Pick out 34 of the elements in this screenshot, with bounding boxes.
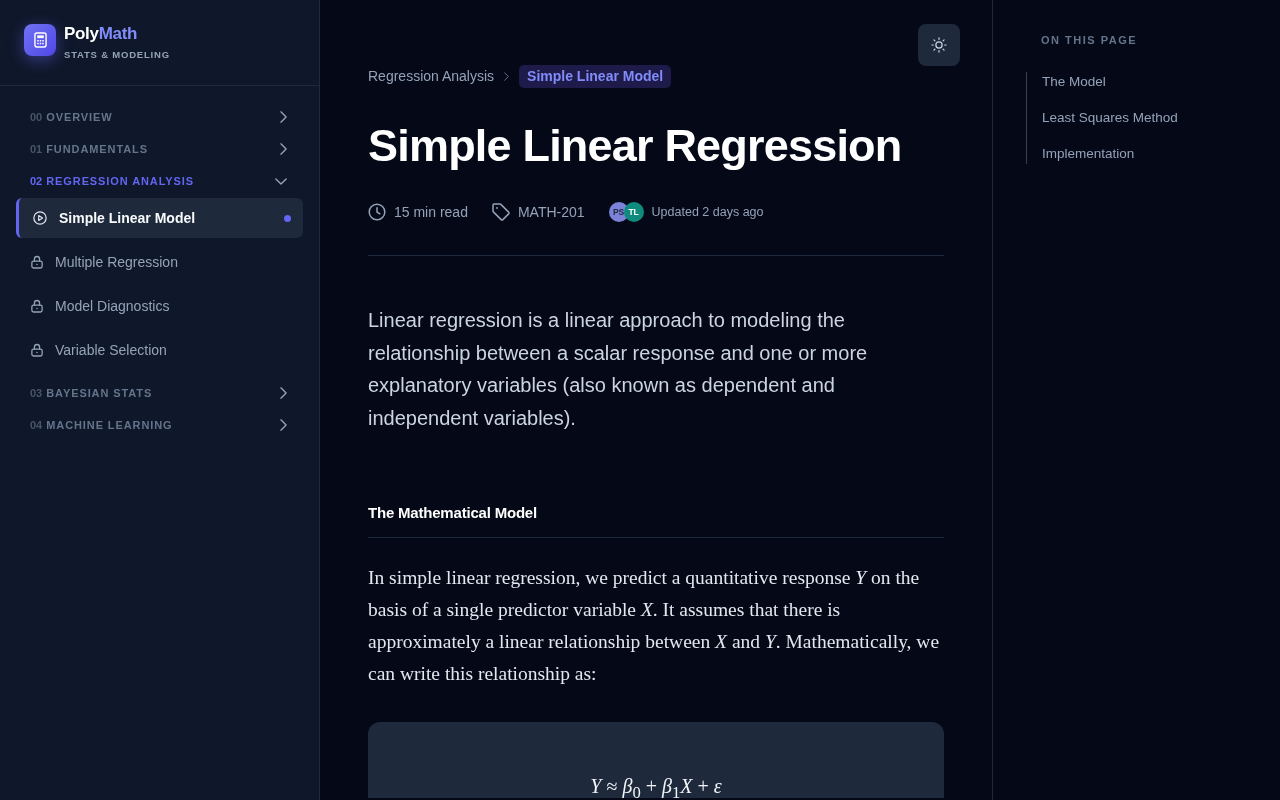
nav-section-button[interactable]: 03 BAYESIAN STATS xyxy=(16,377,303,409)
nav-section-button[interactable]: 04 MACHINE LEARNING xyxy=(16,409,303,441)
body-paragraph: In simple linear regression, we predict a quantitative response Y on the basis of a single predictor variable X. It assumes that there is approximately a linear relationship between X and Y. Mathematically, we can write this relationship as: xyxy=(368,566,941,686)
nav-item[interactable]: Multiple Regression xyxy=(16,242,303,282)
breadcrumb-link[interactable]: Simple Linear Model xyxy=(519,65,672,88)
tag-icon xyxy=(491,203,510,221)
toc-title: ON THIS PAGE xyxy=(1041,33,1139,48)
updated-text: Updated 2 days ago xyxy=(651,205,764,219)
breadcrumb-link[interactable]: Regression Analysis xyxy=(368,67,495,86)
brand-name: PolyMath xyxy=(64,24,138,44)
nav-item[interactable]: Model Diagnostics xyxy=(16,286,303,326)
nav-item[interactable]: Variable Selection xyxy=(16,330,303,370)
toc-link[interactable]: Least Squares Method xyxy=(1026,108,1178,128)
clock-icon xyxy=(368,203,386,221)
toc-link[interactable]: The Model xyxy=(1026,72,1106,92)
theme-toggle-button[interactable] xyxy=(918,24,960,66)
page-title: Simple Linear Regression xyxy=(368,119,903,173)
avatar: TL xyxy=(623,202,644,222)
nav-item[interactable]: Simple Linear Model xyxy=(16,198,303,238)
read-time: 15 min read xyxy=(394,204,468,220)
lead-paragraph: Linear regression is a linear approach to modeling the relationship between a scalar response and one or more explanatory variables (also known as dependent and independent variables). xyxy=(368,308,869,431)
calculator-icon xyxy=(24,24,56,56)
nav-section-button[interactable]: 02 REGRESSION ANALYSIS xyxy=(16,165,303,197)
equation: Y ≈ β$_{0}$ + β$_{1}$X + ε xyxy=(590,774,722,798)
brand-tagline: STATS & MODELING xyxy=(64,49,170,61)
avatar: PS xyxy=(608,202,629,222)
dot-icon xyxy=(284,214,291,222)
nav-section-button[interactable]: 00 OVERVIEW xyxy=(16,101,303,133)
nav-section-button[interactable]: 01 FUNDAMENTALS xyxy=(16,133,303,165)
section-heading: The Mathematical Model xyxy=(368,503,944,538)
chevron-right-icon xyxy=(504,72,510,81)
sun-icon xyxy=(931,37,947,53)
course-tag: MATH-201 xyxy=(517,204,585,220)
toc-link[interactable]: Implementation xyxy=(1026,144,1135,164)
